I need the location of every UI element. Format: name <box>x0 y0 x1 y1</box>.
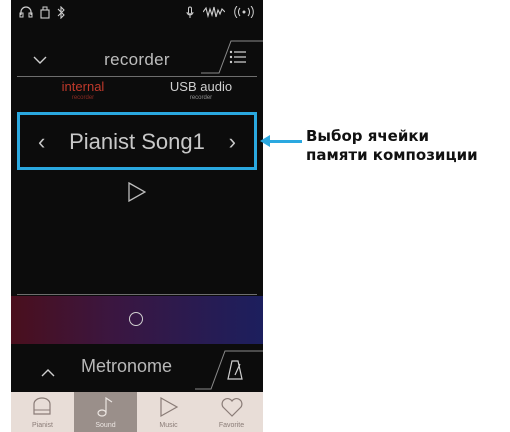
bottom-nav: Pianist Sound Music Favorite <box>11 392 263 432</box>
callout-label: Выбор ячейки памяти композиции <box>306 127 478 165</box>
status-bar <box>11 0 263 26</box>
tab-usb-audio-recorder[interactable]: USB audio recorder <box>151 80 251 102</box>
header-bar: recorder <box>11 40 263 74</box>
nav-item-music[interactable]: Music <box>137 392 200 432</box>
nav-label: Pianist <box>31 422 53 429</box>
nav-item-pianist[interactable]: Pianist <box>11 392 74 432</box>
nav-label: Favorite <box>218 422 245 429</box>
next-song-button[interactable]: › <box>229 129 236 155</box>
metronome-bar: Metronome <box>11 348 263 392</box>
nav-label: Music <box>159 422 178 429</box>
metronome-icon[interactable] <box>227 360 243 384</box>
header-divider <box>17 76 257 77</box>
recorder-tabs: internal recorder USB audio recorder <box>11 80 263 110</box>
waveform-icon <box>202 6 226 22</box>
tab-internal-recorder[interactable]: internal recorder <box>43 80 123 102</box>
wireless-icon <box>233 5 255 22</box>
record-divider <box>17 294 257 295</box>
callout-arrow-line <box>266 140 302 143</box>
song-name: Pianist Song1 <box>69 129 205 154</box>
menu-icon[interactable] <box>229 49 247 68</box>
nav-item-sound[interactable]: Sound <box>74 392 137 432</box>
headphones-icon <box>19 6 33 22</box>
heart-icon <box>220 396 244 422</box>
bluetooth-icon <box>57 5 65 23</box>
callout-line-2: памяти композиции <box>306 146 478 164</box>
piano-icon <box>31 396 53 422</box>
chevron-up-icon[interactable] <box>41 363 55 382</box>
play-icon[interactable] <box>128 181 147 206</box>
microphone-icon <box>186 6 194 23</box>
song-memory-selector[interactable]: ‹ Pianist Song1 › <box>17 112 257 170</box>
tab-label: USB audio <box>169 79 233 94</box>
usb-icon <box>40 6 50 23</box>
tab-label: internal <box>61 79 105 94</box>
record-button[interactable] <box>129 312 143 326</box>
callout-line-1: Выбор ячейки <box>306 127 430 145</box>
music-note-icon <box>96 396 116 422</box>
tab-sublabel: recorder <box>71 95 95 101</box>
play-icon <box>159 396 179 422</box>
nav-label: Sound <box>95 422 116 429</box>
nav-item-favorite[interactable]: Favorite <box>200 392 263 432</box>
tab-sublabel: recorder <box>189 95 213 101</box>
device-screen: recorder internal recorder USB audio rec… <box>11 0 263 432</box>
metronome-title: Metronome <box>81 356 173 376</box>
